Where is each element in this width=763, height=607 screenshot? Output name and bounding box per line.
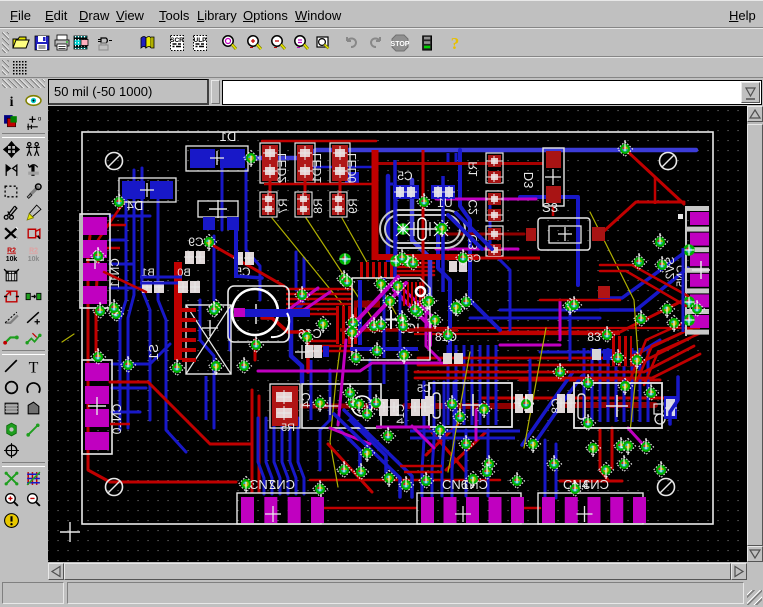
svg-text:R5: R5 xyxy=(281,422,295,434)
svg-text:10k: 10k xyxy=(27,255,39,262)
svg-text:C5: C5 xyxy=(397,169,413,183)
svg-text:10k: 10k xyxy=(5,255,17,262)
svg-text:LED1: LED1 xyxy=(310,153,324,183)
svg-text:LED2: LED2 xyxy=(275,153,289,183)
svg-text:C9: C9 xyxy=(188,235,204,249)
svg-text:o: o xyxy=(37,115,41,122)
svg-text:R8: R8 xyxy=(311,198,325,214)
svg-text:CN10: CN10 xyxy=(110,404,124,435)
svg-text:SCR: SCR xyxy=(170,37,184,44)
svg-text:U1: U1 xyxy=(437,196,453,210)
svg-text:C14: C14 xyxy=(395,404,407,424)
svg-text:C4: C4 xyxy=(299,392,313,408)
svg-text:STOP: STOP xyxy=(391,41,410,48)
svg-text:R9: R9 xyxy=(346,198,360,214)
svg-text:T: T xyxy=(28,359,38,375)
svg-text:S3: S3 xyxy=(542,200,558,215)
svg-text:CN5: CN5 xyxy=(675,265,687,287)
svg-text:CN11: CN11 xyxy=(108,258,122,288)
svg-text:C6: C6 xyxy=(467,253,481,265)
svg-text:R2: R2 xyxy=(29,247,38,254)
svg-text:ULP: ULP xyxy=(194,37,208,44)
svg-text:CN3: CN3 xyxy=(583,477,609,492)
svg-text:D4: D4 xyxy=(127,198,144,213)
svg-text:?: ? xyxy=(451,34,460,52)
svg-text:CN2: CN2 xyxy=(269,477,295,492)
svg-text:C5: C5 xyxy=(417,383,431,395)
svg-text:S1: S1 xyxy=(146,344,161,360)
svg-text:LED0: LED0 xyxy=(345,153,359,183)
svg-text:C2: C2 xyxy=(466,199,480,215)
svg-text:D1: D1 xyxy=(220,129,237,144)
svg-text:i: i xyxy=(9,93,13,108)
svg-text:R2: R2 xyxy=(7,247,16,254)
svg-text:R1: R1 xyxy=(466,161,480,177)
svg-text:D3: D3 xyxy=(521,172,536,189)
svg-text:83: 83 xyxy=(587,330,601,344)
svg-text:R7: R7 xyxy=(276,198,290,214)
